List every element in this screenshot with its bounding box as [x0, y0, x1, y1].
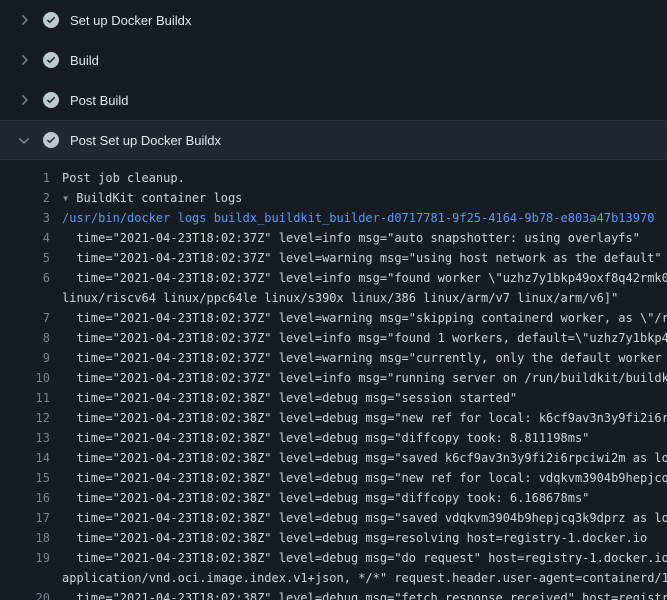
log-line-text: time="2021-04-23T18:02:38Z" level=debug … — [50, 488, 589, 508]
step-section-label: Post Build — [70, 93, 129, 108]
log-line-number[interactable]: 9 — [0, 348, 50, 368]
log-line-text: time="2021-04-23T18:02:38Z" level=debug … — [50, 388, 517, 408]
log-line-text: time="2021-04-23T18:02:37Z" level=info m… — [50, 268, 667, 288]
workflow-steps-log: Set up Docker Buildx Build Post Build — [0, 0, 667, 600]
log-line-number[interactable] — [0, 288, 50, 308]
log-line: 11 time="2021-04-23T18:02:38Z" level=deb… — [0, 388, 667, 408]
step-section-header[interactable]: Set up Docker Buildx — [0, 0, 667, 40]
chevron-right-icon[interactable] — [16, 12, 32, 28]
log-line-number[interactable]: 2 — [0, 188, 50, 208]
log-line-number[interactable]: 14 — [0, 448, 50, 468]
chevron-down-icon[interactable] — [16, 132, 32, 148]
log-line-number[interactable]: 8 — [0, 328, 50, 348]
log-line-text: time="2021-04-23T18:02:37Z" level=info m… — [50, 328, 667, 348]
log-line-text: linux/riscv64 linux/ppc64le linux/s390x … — [50, 288, 618, 308]
log-line-number[interactable]: 16 — [0, 488, 50, 508]
log-line: 9 time="2021-04-23T18:02:37Z" level=warn… — [0, 348, 667, 368]
log-line: 5 time="2021-04-23T18:02:37Z" level=warn… — [0, 248, 667, 268]
log-line: application/vnd.oci.image.index.v1+json,… — [0, 568, 667, 588]
chevron-right-icon[interactable] — [16, 92, 32, 108]
log-line-text: time="2021-04-23T18:02:38Z" level=debug … — [50, 588, 667, 600]
log-line: 6 time="2021-04-23T18:02:37Z" level=info… — [0, 268, 667, 288]
log-line: 15 time="2021-04-23T18:02:38Z" level=deb… — [0, 468, 667, 488]
step-section-header[interactable]: Post Set up Docker Buildx — [0, 120, 667, 160]
log-line-text: time="2021-04-23T18:02:38Z" level=debug … — [50, 548, 667, 568]
log-line: linux/riscv64 linux/ppc64le linux/s390x … — [0, 288, 667, 308]
log-line: 18 time="2021-04-23T18:02:38Z" level=deb… — [0, 528, 667, 548]
log-line-text: time="2021-04-23T18:02:37Z" level=info m… — [50, 368, 667, 388]
log-line-text: time="2021-04-23T18:02:37Z" level=info m… — [50, 228, 640, 248]
log-line: 19 time="2021-04-23T18:02:38Z" level=deb… — [0, 548, 667, 568]
log-line: 20 time="2021-04-23T18:02:38Z" level=deb… — [0, 588, 667, 600]
log-line: 4 time="2021-04-23T18:02:37Z" level=info… — [0, 228, 667, 248]
log-group-label[interactable]: BuildKit container logs — [76, 191, 242, 205]
step-section-label: Set up Docker Buildx — [70, 13, 191, 28]
log-line: 13 time="2021-04-23T18:02:38Z" level=deb… — [0, 428, 667, 448]
check-circle-icon — [43, 132, 59, 148]
log-line-number[interactable] — [0, 568, 50, 588]
log-line-text: time="2021-04-23T18:02:38Z" level=debug … — [50, 508, 667, 528]
log-line-number[interactable]: 15 — [0, 468, 50, 488]
log-line: 3 /usr/bin/docker logs buildx_buildkit_b… — [0, 208, 667, 228]
log-line-text: time="2021-04-23T18:02:38Z" level=debug … — [50, 528, 647, 548]
log-line-number[interactable]: 17 — [0, 508, 50, 528]
check-circle-icon — [43, 12, 59, 28]
log-body: 1 Post job cleanup. 2 BuildKit container… — [0, 160, 667, 600]
step-section-label: Build — [70, 53, 99, 68]
log-line-text: time="2021-04-23T18:02:37Z" level=warnin… — [50, 348, 667, 368]
log-line-text: time="2021-04-23T18:02:38Z" level=debug … — [50, 408, 667, 428]
log-line-text: time="2021-04-23T18:02:38Z" level=debug … — [50, 468, 667, 488]
log-line: 16 time="2021-04-23T18:02:38Z" level=deb… — [0, 488, 667, 508]
check-circle-icon — [43, 92, 59, 108]
log-line-number[interactable]: 5 — [0, 248, 50, 268]
log-line-text: time="2021-04-23T18:02:37Z" level=warnin… — [50, 248, 662, 268]
log-line: 8 time="2021-04-23T18:02:37Z" level=info… — [0, 328, 667, 348]
log-line: 14 time="2021-04-23T18:02:38Z" level=deb… — [0, 448, 667, 468]
log-line-text: time="2021-04-23T18:02:38Z" level=debug … — [50, 448, 667, 468]
log-line-number[interactable]: 6 — [0, 268, 50, 288]
chevron-right-icon[interactable] — [16, 52, 32, 68]
log-line-number[interactable]: 12 — [0, 408, 50, 428]
log-line: 2 BuildKit container logs — [0, 188, 667, 208]
step-section-header[interactable]: Post Build — [0, 80, 667, 120]
check-circle-icon — [43, 52, 59, 68]
step-section-header[interactable]: Build — [0, 40, 667, 80]
log-line-text: BuildKit container logs — [50, 188, 242, 208]
log-line: 17 time="2021-04-23T18:02:38Z" level=deb… — [0, 508, 667, 528]
log-line-number[interactable]: 4 — [0, 228, 50, 248]
log-line-number[interactable]: 19 — [0, 548, 50, 568]
log-line-text: time="2021-04-23T18:02:38Z" level=debug … — [50, 428, 589, 448]
log-line-number[interactable]: 10 — [0, 368, 50, 388]
log-line-number[interactable]: 11 — [0, 388, 50, 408]
log-line-number[interactable]: 3 — [0, 208, 50, 228]
log-line-number[interactable]: 7 — [0, 308, 50, 328]
log-line: 10 time="2021-04-23T18:02:37Z" level=inf… — [0, 368, 667, 388]
group-toggle-icon[interactable] — [62, 188, 69, 208]
log-command-text: /usr/bin/docker logs buildx_buildkit_bui… — [50, 208, 654, 228]
log-line-text: time="2021-04-23T18:02:37Z" level=warnin… — [50, 308, 667, 328]
log-line: 1 Post job cleanup. — [0, 168, 667, 188]
log-line-number[interactable]: 20 — [0, 588, 50, 600]
log-line-number[interactable]: 1 — [0, 168, 50, 188]
log-line: 12 time="2021-04-23T18:02:38Z" level=deb… — [0, 408, 667, 428]
log-line-number[interactable]: 18 — [0, 528, 50, 548]
log-line-text: Post job cleanup. — [50, 168, 185, 188]
log-line-text: application/vnd.oci.image.index.v1+json,… — [50, 568, 667, 588]
log-line-number[interactable]: 13 — [0, 428, 50, 448]
log-line: 7 time="2021-04-23T18:02:37Z" level=warn… — [0, 308, 667, 328]
step-section-label: Post Set up Docker Buildx — [70, 133, 221, 148]
